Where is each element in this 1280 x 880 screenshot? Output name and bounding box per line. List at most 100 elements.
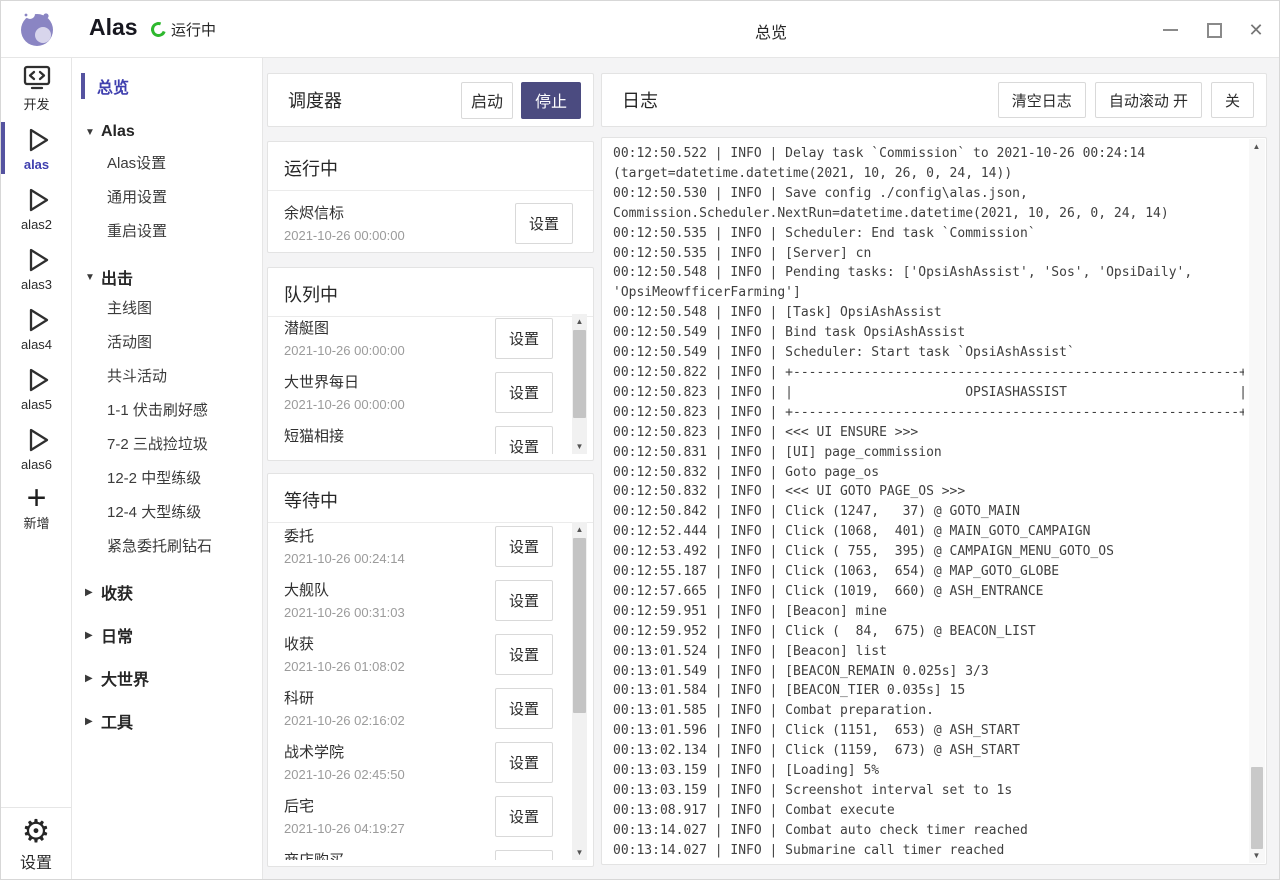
nav-item-event-map[interactable]: 活动图 — [72, 326, 262, 360]
nav-item-overview[interactable]: 总览 — [72, 68, 262, 104]
task-settings-button[interactable]: 设置 — [495, 850, 553, 860]
app-title: Alas — [89, 14, 138, 41]
log-line: (target=datetime.datetime(2021, 10, 26, … — [613, 164, 1244, 184]
pending-scrollbar[interactable]: ▲ ▼ — [572, 314, 587, 454]
sidebar-item-label: 开发 — [23, 94, 49, 113]
play-icon — [22, 125, 52, 155]
minimize-button[interactable] — [1157, 17, 1183, 43]
scheduler-title: 调度器 — [288, 87, 342, 113]
chevron-right-icon: ▶ — [85, 716, 101, 727]
task-row: 后宅 2021-10-26 04:19:27 设置 — [268, 794, 593, 844]
chevron-right-icon: ▶ — [85, 587, 101, 598]
autoscroll-off-button[interactable]: 关 — [1211, 82, 1254, 118]
close-button[interactable]: ✕ — [1243, 17, 1269, 43]
task-row: 收获 2021-10-26 01:08:02 设置 — [268, 632, 593, 682]
task-row: 委托 2021-10-26 00:24:14 设置 — [268, 524, 593, 574]
nav-group-tools[interactable]: ▶ 工具 — [72, 706, 262, 736]
sidebar-item-label: alas — [24, 157, 49, 172]
nav-group-sortie[interactable]: ▼ 出击 — [72, 262, 262, 292]
sidebar-item-label: 新增 — [23, 513, 49, 532]
running-title: 运行中 — [268, 142, 593, 191]
task-row: 余烬信标 2021-10-26 00:00:00 设置 — [268, 201, 593, 251]
nav-group-label: 大世界 — [101, 666, 149, 690]
nav-group-label: 工具 — [101, 709, 133, 733]
log-line: 00:12:50.823 | INFO | | OPSIASHASSIST | — [613, 383, 1244, 403]
sidebar-item-label: 设置 — [20, 849, 52, 873]
scroll-up-icon[interactable]: ▲ — [572, 522, 587, 537]
scroll-up-icon[interactable]: ▲ — [1249, 139, 1264, 154]
task-settings-button[interactable]: 设置 — [495, 742, 553, 783]
nav-item-7-2-trash[interactable]: 7-2 三战捡垃圾 — [72, 428, 262, 462]
alas-app-window: Alas 运行中 总览 ✕ 开发 alas alas — [0, 0, 1280, 880]
log-line: 00:13:03.159 | INFO | Screenshot interva… — [613, 781, 1244, 801]
log-line: 00:12:59.951 | INFO | [Beacon] mine — [613, 602, 1244, 622]
log-line: Commission.Scheduler.NextRun=datetime.da… — [613, 204, 1244, 224]
scroll-down-icon[interactable]: ▼ — [1249, 848, 1264, 863]
log-line: 00:12:50.831 | INFO | [UI] page_commissi… — [613, 443, 1244, 463]
log-output-panel: 00:12:50.522 | INFO | Delay task `Commis… — [601, 137, 1267, 865]
log-line: 00:12:50.549 | INFO | Bind task OpsiAshA… — [613, 323, 1244, 343]
clear-log-button[interactable]: 清空日志 — [998, 82, 1086, 118]
task-row: 大舰队 2021-10-26 00:31:03 设置 — [268, 578, 593, 628]
scrollbar-thumb[interactable] — [1251, 767, 1263, 849]
nav-item-restart-settings[interactable]: 重启设置 — [72, 215, 262, 249]
sidebar-item-alas2[interactable]: alas2 — [1, 178, 72, 238]
task-settings-button[interactable]: 设置 — [495, 634, 553, 675]
task-settings-button[interactable]: 设置 — [495, 372, 553, 413]
play-icon — [22, 245, 52, 275]
scrollbar-thumb[interactable] — [573, 330, 586, 418]
nav-group-alas[interactable]: ▼ Alas — [72, 117, 262, 147]
workspace: 调度器 启动 停止 运行中 余烬信标 2021-10-26 00:00:00 设… — [263, 58, 1279, 879]
sidebar-item-settings[interactable]: ⚙ 设置 — [1, 807, 71, 873]
scroll-down-icon[interactable]: ▼ — [572, 845, 587, 860]
nav-item-12-4-leveling[interactable]: 12-4 大型练级 — [72, 496, 262, 530]
nav-group-reward[interactable]: ▶ 收获 — [72, 577, 262, 607]
task-settings-button[interactable]: 设置 — [495, 688, 553, 729]
gear-icon: ⚙ — [22, 814, 51, 848]
scroll-up-icon[interactable]: ▲ — [572, 314, 587, 329]
sidebar-item-alas4[interactable]: alas4 — [1, 298, 72, 358]
log-line: 00:12:50.822 | INFO | +-----------------… — [613, 363, 1244, 383]
nav-item-general-settings[interactable]: 通用设置 — [72, 181, 262, 215]
scroll-down-icon[interactable]: ▼ — [572, 439, 587, 454]
sidebar-item-alas3[interactable]: alas3 — [1, 238, 72, 298]
log-line: 00:12:50.832 | INFO | Goto page_os — [613, 463, 1244, 483]
task-nav: 总览 ▼ Alas Alas设置 通用设置 重启设置 ▼ 出击 主线图 活动图 … — [72, 58, 263, 879]
nav-group-daily[interactable]: ▶ 日常 — [72, 620, 262, 650]
chevron-down-icon: ▼ — [85, 127, 101, 138]
log-scrollbar[interactable]: ▲ ▼ — [1249, 139, 1265, 863]
scheduler-start-button[interactable]: 启动 — [461, 82, 513, 119]
sidebar-item-add-instance[interactable]: + 新增 — [1, 478, 72, 538]
nav-item-coalition[interactable]: 共斗活动 — [72, 360, 262, 394]
page-title: 总览 — [263, 19, 1279, 43]
task-settings-button[interactable]: 设置 — [515, 203, 573, 244]
task-settings-button[interactable]: 设置 — [495, 526, 553, 567]
scheduler-stop-button[interactable]: 停止 — [521, 82, 581, 119]
status-label: 运行中 — [171, 19, 216, 40]
log-line: 00:12:53.492 | INFO | Click ( 755, 395) … — [613, 542, 1244, 562]
maximize-icon — [1207, 23, 1222, 38]
log-line: 00:13:01.524 | INFO | [Beacon] list — [613, 642, 1244, 662]
nav-item-alas-settings[interactable]: Alas设置 — [72, 147, 262, 181]
nav-item-main-map[interactable]: 主线图 — [72, 292, 262, 326]
waiting-scrollbar[interactable]: ▲ ▼ — [572, 522, 587, 860]
nav-item-urgent-commission[interactable]: 紧急委托刷钻石 — [72, 530, 262, 564]
nav-item-label: 总览 — [97, 74, 129, 98]
scrollbar-thumb[interactable] — [573, 538, 586, 713]
sidebar-item-alas5[interactable]: alas5 — [1, 358, 72, 418]
task-settings-button[interactable]: 设置 — [495, 796, 553, 837]
nav-group-opsi[interactable]: ▶ 大世界 — [72, 663, 262, 693]
sidebar-item-dev[interactable]: 开发 — [1, 58, 72, 118]
task-row: 短猫相接 2021-10-26 00:00:00 设置 — [268, 424, 593, 454]
autoscroll-toggle-button[interactable]: 自动滚动 开 — [1095, 82, 1202, 118]
sidebar-item-alas[interactable]: alas — [1, 118, 72, 178]
task-settings-button[interactable]: 设置 — [495, 426, 553, 454]
log-line: 00:12:50.522 | INFO | Delay task `Commis… — [613, 144, 1244, 164]
sidebar-item-alas6[interactable]: alas6 — [1, 418, 72, 478]
nav-item-12-2-leveling[interactable]: 12-2 中型练级 — [72, 462, 262, 496]
task-settings-button[interactable]: 设置 — [495, 318, 553, 359]
task-settings-button[interactable]: 设置 — [495, 580, 553, 621]
maximize-button[interactable] — [1201, 17, 1227, 43]
nav-item-1-1-affinity[interactable]: 1-1 伏击刷好感 — [72, 394, 262, 428]
pending-task-list: 潜艇图 2021-10-26 00:00:00 设置 大世界每日 2021-10… — [268, 314, 593, 454]
